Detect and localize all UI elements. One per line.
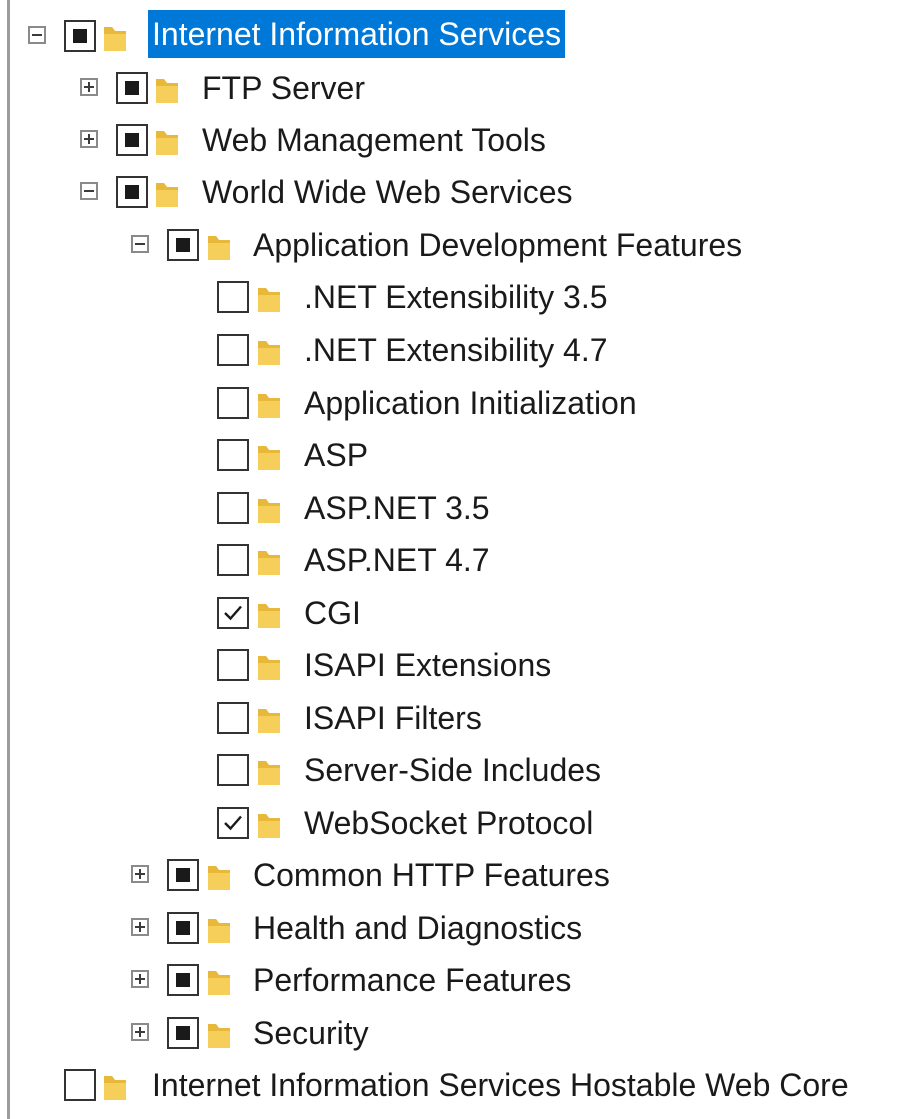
expand-icon[interactable] [131, 865, 149, 883]
folder-icon [208, 971, 230, 995]
folder-icon [258, 288, 280, 312]
checkbox-partial[interactable] [167, 1017, 199, 1049]
checkbox-unchecked[interactable] [217, 754, 249, 786]
checkbox-unchecked[interactable] [217, 387, 249, 419]
folder-icon [208, 236, 230, 260]
checkbox-unchecked[interactable] [217, 649, 249, 681]
tree-leaf-label: ASP [304, 437, 369, 473]
checkbox-unchecked[interactable] [217, 544, 249, 576]
tree-leaf-isapi-filters[interactable]: ISAPI Filters [0, 692, 898, 744]
tree-node-partial[interactable] [0, 1111, 898, 1119]
tree-leaf-server-side-includes[interactable]: Server-Side Includes [0, 744, 898, 796]
tree-leaf-label: Application Initialization [304, 385, 637, 421]
expand-icon[interactable] [131, 918, 149, 936]
tree-leaf-aspnet-47[interactable]: ASP.NET 4.7 [0, 534, 898, 586]
tree-node-label: Performance Features [253, 962, 572, 998]
checkmark-icon [224, 815, 242, 831]
tree-leaf-label: .NET Extensibility 4.7 [304, 332, 608, 368]
tree-node-label: Application Development Features [253, 227, 743, 263]
folder-icon [104, 27, 126, 51]
features-tree: Internet Information Services FTP Server… [0, 0, 898, 1119]
tree-leaf-label: ISAPI Filters [304, 700, 482, 736]
folder-icon [156, 183, 178, 207]
checkbox-unchecked[interactable] [217, 702, 249, 734]
checkbox-checked[interactable] [217, 597, 249, 629]
collapse-icon[interactable] [28, 26, 46, 44]
folder-icon [258, 604, 280, 628]
tree-node-label: Internet Information Services [148, 10, 566, 58]
tree-leaf-websocket-protocol[interactable]: WebSocket Protocol [0, 797, 898, 849]
tree-leaf-application-initialization[interactable]: Application Initialization [0, 377, 898, 429]
folder-icon [258, 709, 280, 733]
tree-leaf-label: ASP.NET 3.5 [304, 490, 490, 526]
folder-icon [258, 656, 280, 680]
folder-icon [258, 551, 280, 575]
tree-node-label: Web Management Tools [202, 122, 546, 158]
tree-node-www-services[interactable]: World Wide Web Services [0, 166, 898, 218]
folder-icon [258, 446, 280, 470]
tree-node-hostable-web-core[interactable]: Internet Information Services Hostable W… [0, 1059, 898, 1111]
tree-node-app-dev-features[interactable]: Application Development Features [0, 219, 898, 271]
checkbox-partial[interactable] [116, 72, 148, 104]
tree-node-web-management-tools[interactable]: Web Management Tools [0, 114, 898, 166]
folder-icon [104, 1076, 126, 1100]
tree-node-label: Health and Diagnostics [253, 910, 583, 946]
checkbox-partial[interactable] [116, 176, 148, 208]
checkbox-partial[interactable] [167, 912, 199, 944]
tree-node-security[interactable]: Security [0, 1007, 898, 1059]
checkbox-partial[interactable] [167, 964, 199, 996]
checkbox-unchecked[interactable] [217, 492, 249, 524]
checkbox-partial[interactable] [167, 859, 199, 891]
tree-node-label: World Wide Web Services [202, 174, 573, 210]
checkbox-partial[interactable] [116, 124, 148, 156]
tree-node-label: Common HTTP Features [253, 857, 610, 893]
tree-leaf-label: WebSocket Protocol [304, 805, 594, 841]
tree-leaf-cgi[interactable]: CGI [0, 587, 898, 639]
tree-node-common-http-features[interactable]: Common HTTP Features [0, 849, 898, 901]
checkbox-unchecked[interactable] [217, 334, 249, 366]
folder-icon [258, 761, 280, 785]
tree-node-performance-features[interactable]: Performance Features [0, 954, 898, 1006]
folder-icon [156, 79, 178, 103]
checkbox-checked[interactable] [217, 807, 249, 839]
folder-icon [156, 131, 178, 155]
tree-leaf-label: ISAPI Extensions [304, 647, 552, 683]
tree-leaf-label: Server-Side Includes [304, 752, 602, 788]
checkbox-unchecked[interactable] [217, 281, 249, 313]
tree-leaf-aspnet-35[interactable]: ASP.NET 3.5 [0, 482, 898, 534]
checkbox-partial[interactable] [167, 229, 199, 261]
folder-icon [208, 919, 230, 943]
tree-leaf-net-extensibility-35[interactable]: .NET Extensibility 3.5 [0, 271, 898, 323]
expand-icon[interactable] [131, 970, 149, 988]
tree-leaf-net-extensibility-47[interactable]: .NET Extensibility 4.7 [0, 324, 898, 376]
expand-icon[interactable] [80, 130, 98, 148]
folder-icon [258, 341, 280, 365]
tree-node-label: Internet Information Services Hostable W… [152, 1067, 849, 1103]
tree-node-health-and-diagnostics[interactable]: Health and Diagnostics [0, 902, 898, 954]
expand-icon[interactable] [80, 78, 98, 96]
tree-leaf-label: CGI [304, 595, 361, 631]
checkbox-partial[interactable] [64, 20, 96, 52]
folder-icon [208, 1024, 230, 1048]
checkbox-unchecked[interactable] [217, 439, 249, 471]
expand-icon[interactable] [131, 1023, 149, 1041]
tree-node-label: Security [253, 1015, 369, 1051]
tree-leaf-asp[interactable]: ASP [0, 429, 898, 481]
folder-icon [258, 394, 280, 418]
tree-leaf-label: .NET Extensibility 3.5 [304, 279, 608, 315]
tree-leaf-isapi-extensions[interactable]: ISAPI Extensions [0, 639, 898, 691]
tree-node-label: FTP Server [202, 70, 365, 106]
checkbox-unchecked[interactable] [64, 1069, 96, 1101]
collapse-icon[interactable] [80, 182, 98, 200]
tree-node-ftp-server[interactable]: FTP Server [0, 62, 898, 114]
tree-leaf-label: ASP.NET 4.7 [304, 542, 490, 578]
checkmark-icon [224, 605, 242, 621]
folder-icon [208, 866, 230, 890]
collapse-icon[interactable] [131, 235, 149, 253]
tree-node-iis[interactable]: Internet Information Services [0, 10, 898, 62]
folder-icon [258, 814, 280, 838]
folder-icon [258, 499, 280, 523]
